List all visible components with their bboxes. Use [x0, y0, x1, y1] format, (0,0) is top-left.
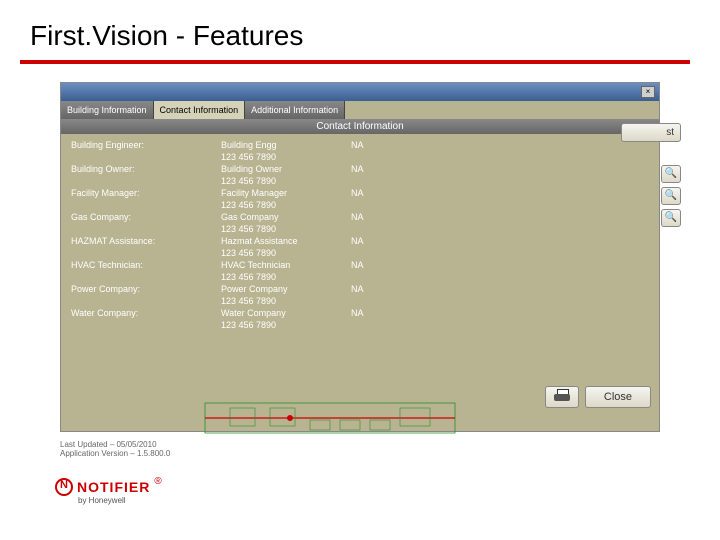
contact-panel: Building Engineer:Building EnggNA123 456… — [61, 134, 659, 414]
print-button[interactable] — [545, 386, 579, 408]
contact-na: NA — [351, 308, 411, 318]
contact-name: Hazmat Assistance — [221, 236, 351, 246]
floorplan — [200, 398, 460, 438]
contact-phone-row: 123 456 7890 — [71, 320, 649, 330]
contact-phone-row: 123 456 7890 — [71, 176, 649, 186]
contact-label: Gas Company: — [71, 212, 221, 222]
contact-name: Building Engg — [221, 140, 351, 150]
brand-name: NOTIFIER — [77, 479, 150, 495]
contact-label: Facility Manager: — [71, 188, 221, 198]
contact-name: Water Company — [221, 308, 351, 318]
brand-byline: by Honeywell — [78, 496, 126, 505]
contact-phone: 123 456 7890 — [221, 224, 351, 234]
close-button[interactable]: Close — [585, 386, 651, 408]
zoom-in-icon[interactable]: 🔍 — [661, 165, 681, 183]
contact-na: NA — [351, 284, 411, 294]
side-button[interactable]: st — [621, 123, 681, 142]
contact-name: Gas Company — [221, 212, 351, 222]
contact-na: NA — [351, 212, 411, 222]
titlebar: × — [61, 83, 659, 101]
printer-icon — [554, 389, 570, 403]
last-updated: Last Updated – 05/05/2010 — [60, 440, 170, 449]
close-icon[interactable]: × — [641, 86, 655, 98]
contact-row: HVAC Technician:HVAC TechnicianNA — [71, 260, 649, 270]
contact-na: NA — [351, 260, 411, 270]
status-text: Last Updated – 05/05/2010 Application Ve… — [60, 440, 170, 458]
tab-building-info[interactable]: Building Information — [61, 101, 154, 119]
contact-label: HVAC Technician: — [71, 260, 221, 270]
contact-phone: 123 456 7890 — [221, 200, 351, 210]
contact-phone-row: 123 456 7890 — [71, 152, 649, 162]
contact-phone-row: 123 456 7890 — [71, 200, 649, 210]
tab-contact-info[interactable]: Contact Information — [154, 101, 246, 119]
contact-phone-row: 123 456 7890 — [71, 296, 649, 306]
slide-title: First.Vision - Features — [0, 0, 720, 60]
contact-na: NA — [351, 140, 411, 150]
brand-logo: NOTIFIER ® — [55, 478, 162, 496]
contact-label: Water Company: — [71, 308, 221, 318]
contact-row: Facility Manager:Facility ManagerNA — [71, 188, 649, 198]
contact-phone: 123 456 7890 — [221, 296, 351, 306]
contact-phone-row: 123 456 7890 — [71, 248, 649, 258]
contact-label: Building Engineer: — [71, 140, 221, 150]
contact-label: HAZMAT Assistance: — [71, 236, 221, 246]
tabbar: Building Information Contact Information… — [61, 101, 659, 119]
app-version: Application Version – 1.5.800.0 — [60, 449, 170, 458]
divider — [20, 60, 690, 64]
tab-additional-info[interactable]: Additional Information — [245, 101, 345, 119]
contact-phone-row: 123 456 7890 — [71, 272, 649, 282]
contact-na: NA — [351, 164, 411, 174]
contact-label: Building Owner: — [71, 164, 221, 174]
contact-phone: 123 456 7890 — [221, 152, 351, 162]
contact-phone: 123 456 7890 — [221, 272, 351, 282]
contact-row: Power Company:Power CompanyNA — [71, 284, 649, 294]
contact-row: Building Owner:Building OwnerNA — [71, 164, 649, 174]
zoom-out-icon[interactable]: 🔍 — [661, 187, 681, 205]
contact-row: Building Engineer:Building EnggNA — [71, 140, 649, 150]
contact-row: Gas Company:Gas CompanyNA — [71, 212, 649, 222]
contact-name: Building Owner — [221, 164, 351, 174]
zoom-reset-icon[interactable]: 🔍 — [661, 209, 681, 227]
contact-name: Power Company — [221, 284, 351, 294]
contact-phone-row: 123 456 7890 — [71, 224, 649, 234]
notifier-icon — [55, 478, 73, 496]
contact-name: Facility Manager — [221, 188, 351, 198]
contact-phone: 123 456 7890 — [221, 248, 351, 258]
contact-na: NA — [351, 188, 411, 198]
button-bar: Close — [545, 386, 651, 408]
contact-phone: 123 456 7890 — [221, 320, 351, 330]
contact-name: HVAC Technician — [221, 260, 351, 270]
contact-row: Water Company:Water CompanyNA — [71, 308, 649, 318]
contact-label: Power Company: — [71, 284, 221, 294]
registered-mark: ® — [154, 476, 161, 487]
panel-title: Contact Information — [61, 119, 659, 134]
contact-row: HAZMAT Assistance:Hazmat AssistanceNA — [71, 236, 649, 246]
contact-phone: 123 456 7890 — [221, 176, 351, 186]
contact-na: NA — [351, 236, 411, 246]
app-window: × Building Information Contact Informati… — [60, 82, 660, 432]
